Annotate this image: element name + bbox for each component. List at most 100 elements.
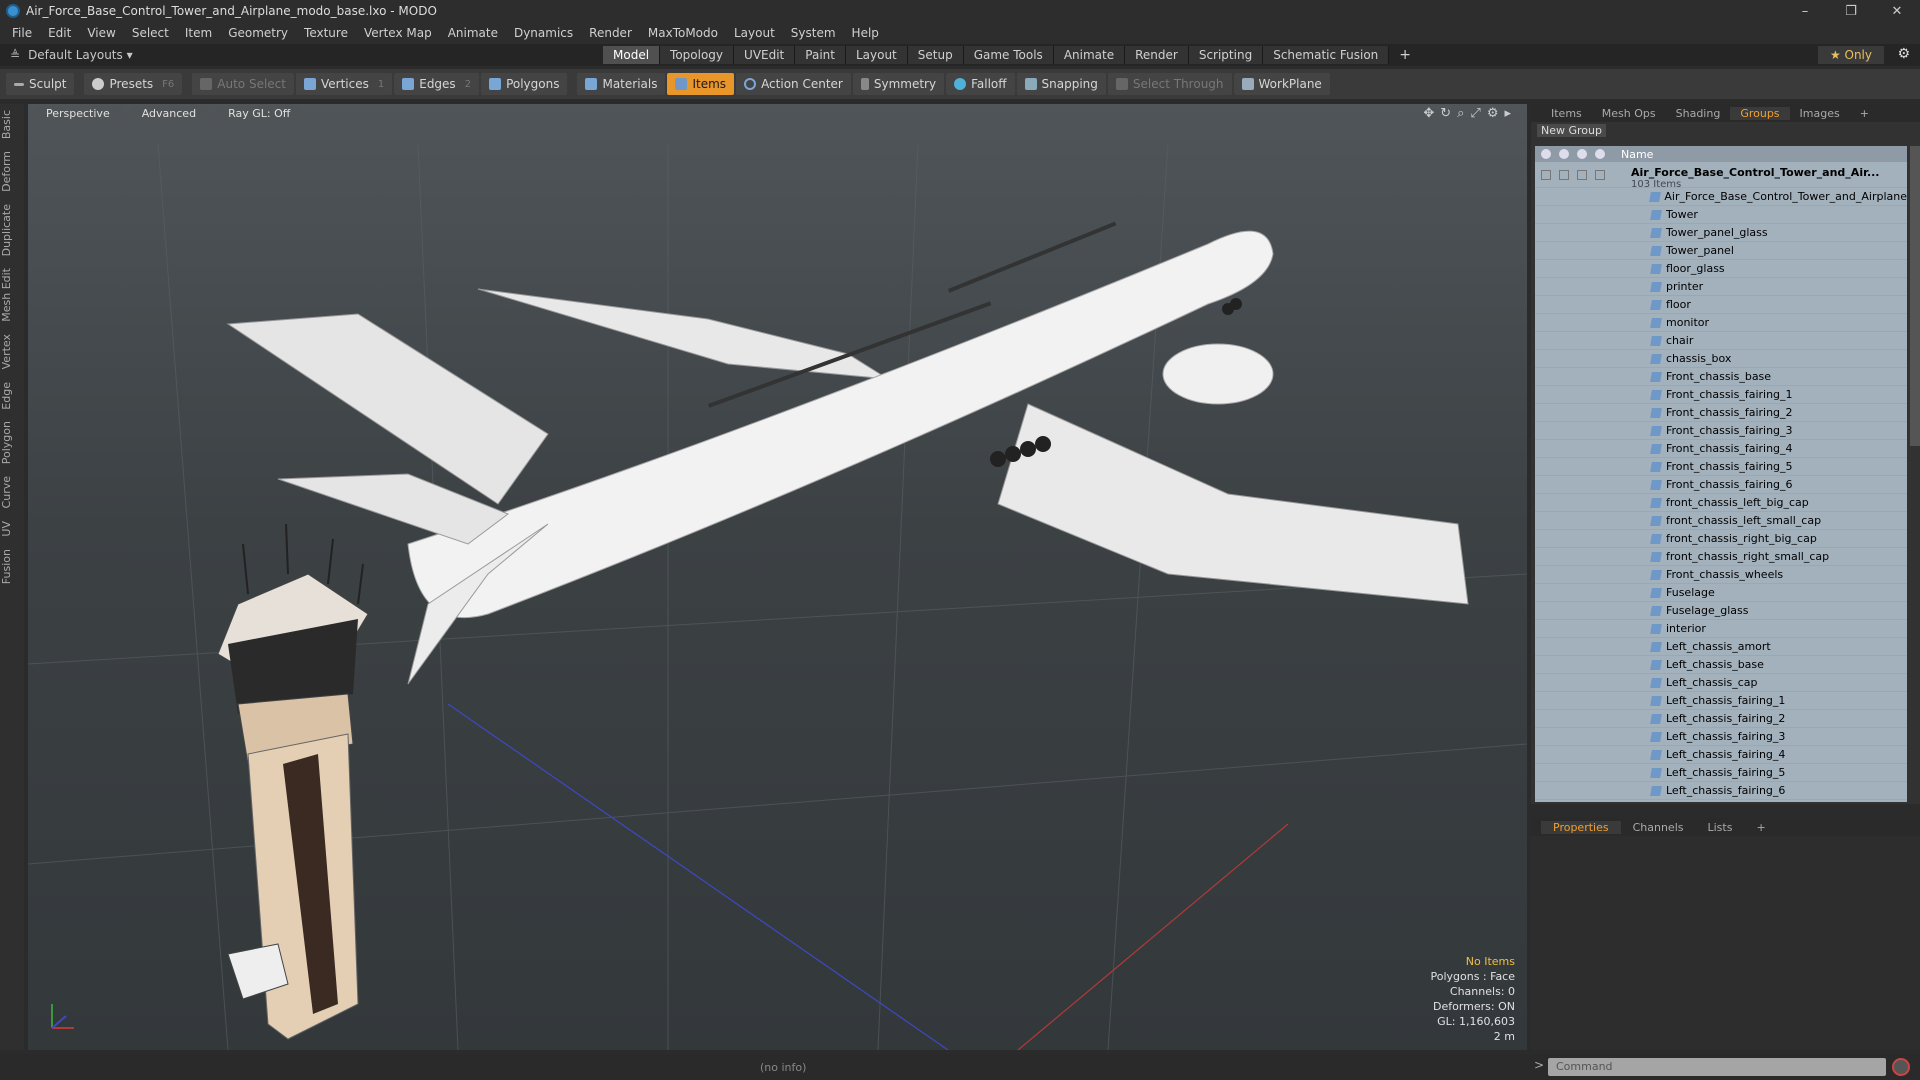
tree-item[interactable]: floor <box>1535 296 1907 314</box>
tree-item[interactable]: Fuselage <box>1535 584 1907 602</box>
tab-groups[interactable]: Groups <box>1730 106 1790 120</box>
menu-vertex-map[interactable]: Vertex Map <box>356 26 440 40</box>
lock-icon[interactable] <box>1577 149 1587 159</box>
tab-animate[interactable]: Animate <box>1053 46 1126 64</box>
close-button[interactable]: ✕ <box>1874 0 1920 22</box>
new-group-button[interactable]: New Group <box>1537 123 1606 137</box>
tab-scripting[interactable]: Scripting <box>1188 46 1264 64</box>
shading-dropdown[interactable]: Advanced <box>129 105 209 121</box>
tab-paint[interactable]: Paint <box>795 46 846 64</box>
tree-item[interactable]: front_chassis_right_big_cap <box>1535 530 1907 548</box>
polygons-button[interactable]: Polygons <box>481 73 568 95</box>
menu-item[interactable]: Item <box>177 26 220 40</box>
left-tab-vertex[interactable]: Vertex <box>0 328 24 375</box>
tree-item[interactable]: Front_chassis_fairing_5 <box>1535 458 1907 476</box>
select-icon[interactable] <box>1595 149 1605 159</box>
tree-item[interactable]: Front_chassis_base <box>1535 368 1907 386</box>
tab-images[interactable]: Images <box>1790 107 1850 120</box>
falloff-button[interactable]: Falloff <box>946 73 1015 95</box>
name-column-header[interactable]: Name <box>1621 148 1653 161</box>
menu-layout[interactable]: Layout <box>726 26 783 40</box>
tree-item[interactable]: front_chassis_right_small_cap <box>1535 548 1907 566</box>
left-tab-mesh-edit[interactable]: Mesh Edit <box>0 262 24 328</box>
tree-item[interactable]: floor_glass <box>1535 260 1907 278</box>
tree-item[interactable]: Fuselage_glass <box>1535 602 1907 620</box>
tree-item[interactable]: Left_chassis_fairing_5 <box>1535 764 1907 782</box>
menu-select[interactable]: Select <box>124 26 177 40</box>
tab-render[interactable]: Render <box>1125 46 1189 64</box>
tab-lists[interactable]: Lists <box>1696 821 1745 834</box>
tree-item[interactable]: Tower <box>1535 206 1907 224</box>
tree-item[interactable]: front_chassis_left_small_cap <box>1535 512 1907 530</box>
only-button[interactable]: ★ Only <box>1817 46 1884 64</box>
edges-button[interactable]: Edges 2 <box>394 73 480 95</box>
tree-item[interactable]: Air_Force_Base_Control_Tower_and_Airplan… <box>1535 188 1907 206</box>
tree-item[interactable]: Left_chassis_fairing_3 <box>1535 728 1907 746</box>
render-icon[interactable] <box>1559 149 1569 159</box>
sculpt-button[interactable]: Sculpt <box>6 73 75 95</box>
root-render-toggle[interactable] <box>1559 170 1569 180</box>
left-tab-deform[interactable]: Deform <box>0 145 24 198</box>
menu-render[interactable]: Render <box>581 26 640 40</box>
left-tab-fusion[interactable]: Fusion <box>0 543 24 590</box>
tree-item[interactable]: monitor <box>1535 314 1907 332</box>
tree-item[interactable]: Front_chassis_fairing_6 <box>1535 476 1907 494</box>
tree-item[interactable]: Front_chassis_fairing_3 <box>1535 422 1907 440</box>
tab-model[interactable]: Model <box>603 46 661 64</box>
tree-item[interactable]: printer <box>1535 278 1907 296</box>
fit-icon[interactable]: ⤢ <box>1470 106 1480 121</box>
tree-item[interactable]: chair <box>1535 332 1907 350</box>
tab-uvedit[interactable]: UVEdit <box>734 46 796 64</box>
command-input[interactable]: Command <box>1548 1058 1886 1076</box>
workplane-button[interactable]: WorkPlane <box>1233 73 1330 95</box>
left-tab-curve[interactable]: Curve <box>0 470 24 514</box>
command-stop-icon[interactable] <box>1892 1058 1910 1076</box>
tree-item[interactable]: chassis_box <box>1535 350 1907 368</box>
tree-item[interactable]: Left_chassis_base <box>1535 656 1907 674</box>
tree-item[interactable]: Left_chassis_fairing_4 <box>1535 746 1907 764</box>
zoom-icon[interactable]: ⌕ <box>1457 106 1464 121</box>
3d-viewport[interactable]: Perspective Advanced Ray GL: Off ✥ ↻ ⌕ ⤢… <box>28 104 1527 1050</box>
tree-item[interactable]: Front_chassis_fairing_1 <box>1535 386 1907 404</box>
tree-item[interactable]: Left_chassis_cap <box>1535 674 1907 692</box>
tree-item[interactable]: interior <box>1535 620 1907 638</box>
tab-layout[interactable]: Layout <box>845 46 908 64</box>
tab-items[interactable]: Items <box>1541 107 1592 120</box>
add-properties-tab-button[interactable]: + <box>1744 821 1777 834</box>
viewport-settings-icon[interactable]: ⚙ <box>1487 106 1499 121</box>
tree-root-group[interactable]: Air_Force_Base_Control_Tower_and_Air... 1… <box>1535 162 1907 190</box>
menu-maxtomodo[interactable]: MaxToModo <box>640 26 726 40</box>
root-lock-toggle[interactable] <box>1577 170 1587 180</box>
visibility-icon[interactable] <box>1541 149 1551 159</box>
tree-scrollbar[interactable] <box>1910 146 1920 446</box>
tab-channels[interactable]: Channels <box>1621 821 1696 834</box>
left-tab-uv[interactable]: UV <box>0 515 24 543</box>
menu-animate[interactable]: Animate <box>440 26 506 40</box>
select-through-button[interactable]: Select Through <box>1107 73 1232 95</box>
left-tab-basic[interactable]: Basic <box>0 104 24 145</box>
menu-file[interactable]: File <box>4 26 40 40</box>
menu-system[interactable]: System <box>783 26 844 40</box>
restore-button[interactable]: ❐ <box>1828 0 1874 22</box>
layout-expand-icon[interactable]: ≜ <box>10 48 20 62</box>
tree-item[interactable]: Tower_panel <box>1535 242 1907 260</box>
gear-icon[interactable]: ⚙ <box>1897 46 1910 62</box>
tree-item[interactable]: Left_chassis_fairing_6 <box>1535 782 1907 800</box>
left-tab-edge[interactable]: Edge <box>0 376 24 416</box>
tab-topology[interactable]: Topology <box>660 46 735 64</box>
root-select-toggle[interactable] <box>1595 170 1605 180</box>
tree-item[interactable]: Front_chassis_fairing_2 <box>1535 404 1907 422</box>
left-tab-polygon[interactable]: Polygon <box>0 415 24 470</box>
add-panel-tab-button[interactable]: + <box>1850 107 1879 120</box>
symmetry-button[interactable]: Symmetry <box>852 73 945 95</box>
materials-button[interactable]: Materials <box>577 73 666 95</box>
tab-mesh-ops[interactable]: Mesh Ops <box>1592 107 1666 120</box>
presets-button[interactable]: Presets F6 <box>84 73 183 95</box>
menu-geometry[interactable]: Geometry <box>220 26 296 40</box>
tree-item[interactable]: Front_chassis_wheels <box>1535 566 1907 584</box>
tab-game-tools[interactable]: Game Tools <box>963 46 1054 64</box>
items-button[interactable]: Items <box>667 73 735 95</box>
rotate-icon[interactable]: ↻ <box>1440 106 1451 121</box>
root-visibility-toggle[interactable] <box>1541 170 1551 180</box>
left-tab-duplicate[interactable]: Duplicate <box>0 198 24 262</box>
